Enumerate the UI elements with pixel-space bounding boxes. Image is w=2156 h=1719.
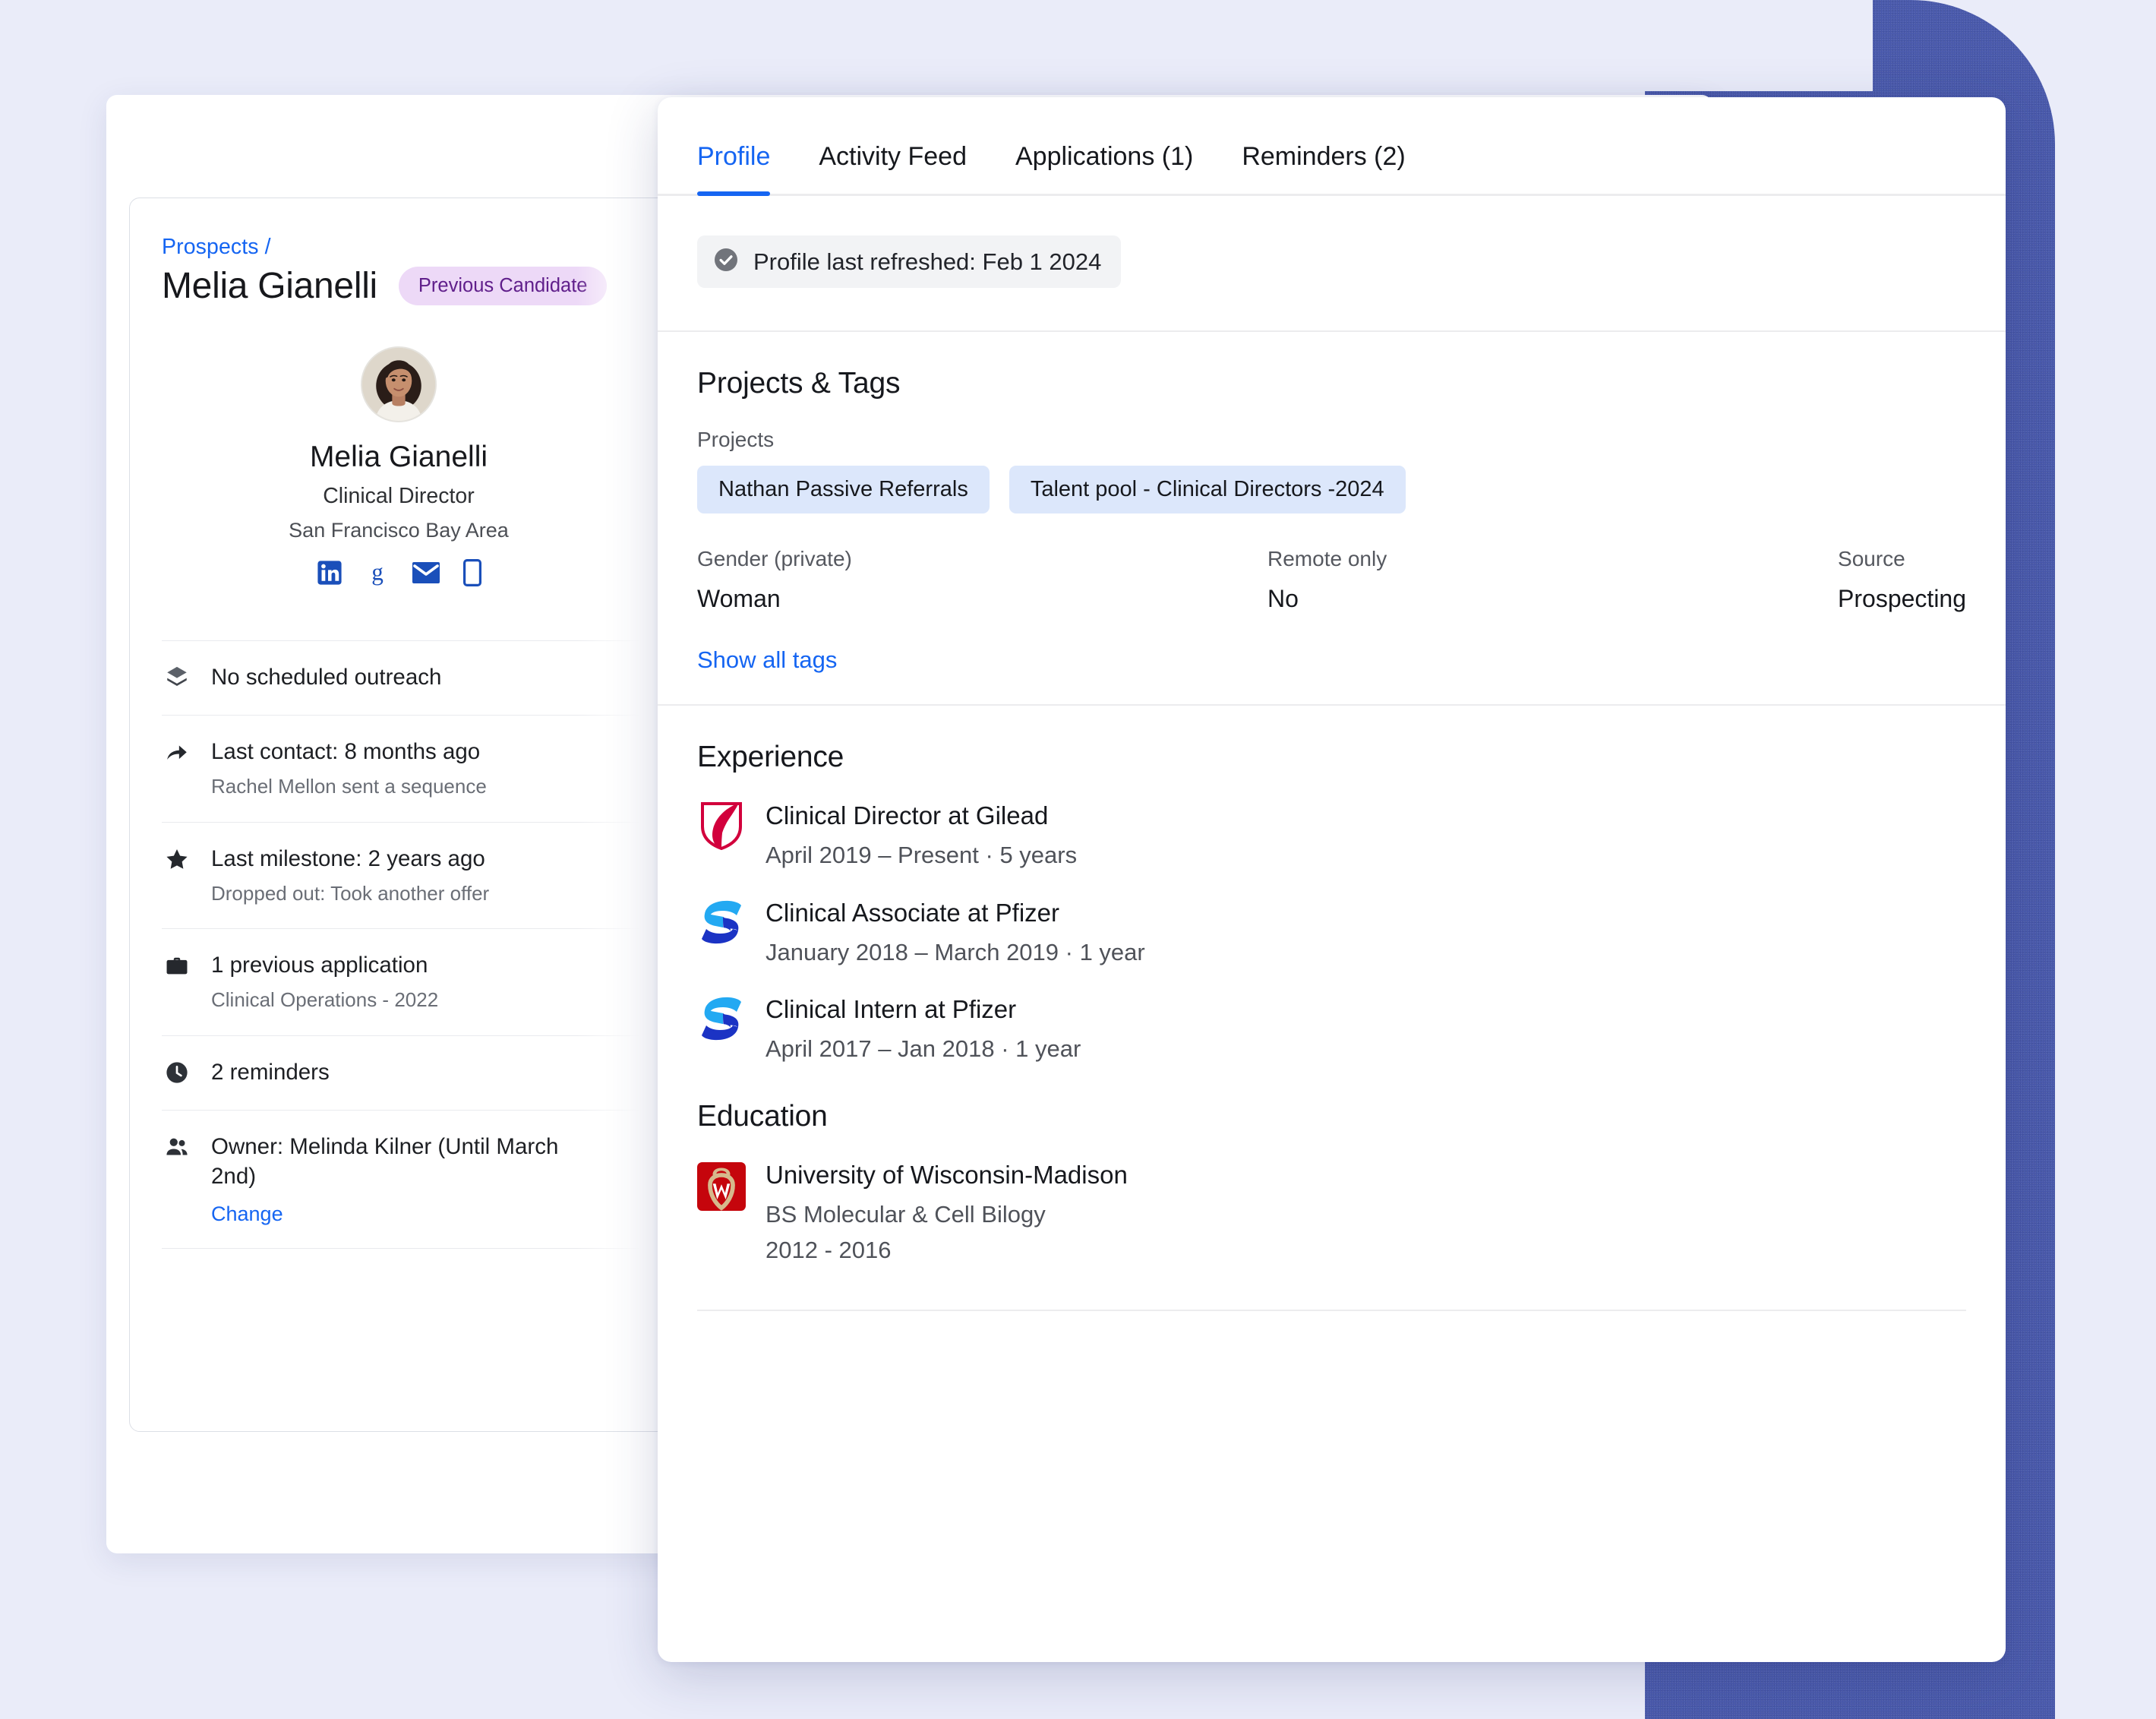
svg-text:g: g <box>371 559 384 586</box>
project-chip-list: Nathan Passive Referrals Talent pool - C… <box>697 466 1966 513</box>
avatar[interactable] <box>361 346 437 422</box>
info-primary: No scheduled outreach <box>211 665 442 690</box>
meta-key: Remote only <box>1267 547 1387 570</box>
meta-key: Source <box>1838 547 1905 570</box>
meta-value: Prospecting <box>1838 585 1967 612</box>
info-row-previous-application[interactable]: 1 previous application Clinical Operatio… <box>162 928 668 1035</box>
avatar-role: Clinical Director <box>323 484 475 508</box>
people-icon <box>162 1133 192 1160</box>
meta-source: Source Prospecting <box>1838 547 1966 613</box>
tab-profile[interactable]: Profile <box>697 142 771 196</box>
section-title-education: Education <box>697 1099 828 1133</box>
share-arrow-icon <box>162 738 192 765</box>
experience-entry: Clinical Intern at Pfizer April 2017 – J… <box>697 992 1966 1065</box>
refresh-badge-text: Profile last refreshed: Feb 1 2024 <box>753 248 1102 275</box>
pfizer-logo-icon <box>697 896 746 947</box>
info-secondary: Rachel Mellon sent a sequence <box>211 774 487 798</box>
info-secondary: Dropped out: Took another offer <box>211 881 490 905</box>
google-icon[interactable]: g <box>366 559 389 590</box>
profile-title-row: Melia Gianelli Previous Candidate <box>162 265 608 307</box>
education-years: 2012 - 2016 <box>765 1237 892 1264</box>
projects-label: Projects <box>697 428 775 451</box>
info-row-owner[interactable]: Owner: Melinda Kilner (Until March 2nd) … <box>162 1110 668 1249</box>
tab-reminders[interactable]: Reminders (2) <box>1242 142 1405 194</box>
phone-icon[interactable] <box>462 559 481 590</box>
meta-remote-only: Remote only No <box>1267 547 1838 613</box>
refresh-status-zone: Profile last refreshed: Feb 1 2024 <box>658 196 2006 332</box>
gilead-logo-icon <box>697 798 746 850</box>
education-section: Education University of Wisconsin-Madiso… <box>658 1065 2006 1265</box>
meta-key: Gender (private) <box>697 547 852 570</box>
education-school: University of Wisconsin-Madison <box>765 1160 1128 1189</box>
page-title: Melia Gianelli <box>162 266 377 306</box>
avatar-block: Melia Gianelli Clinical Director San Fra… <box>130 346 668 590</box>
change-owner-link[interactable]: Change <box>211 1202 283 1226</box>
star-icon <box>162 845 192 872</box>
linkedin-icon[interactable] <box>317 560 342 589</box>
meta-value: No <box>1267 585 1299 612</box>
education-entry: University of Wisconsin-Madison BS Molec… <box>697 1158 1966 1265</box>
tab-bar: Profile Activity Feed Applications (1) R… <box>658 97 2006 196</box>
info-row-last-contact[interactable]: Last contact: 8 months ago Rachel Mellon… <box>162 714 668 822</box>
projects-and-tags-section: Projects & Tags Projects Nathan Passive … <box>658 332 2006 706</box>
clock-icon <box>162 1058 192 1085</box>
project-chip[interactable]: Talent pool - Clinical Directors -2024 <box>1009 466 1406 513</box>
experience-entry: Clinical Director at Gilead April 2019 –… <box>697 798 1966 871</box>
info-row-outreach[interactable]: No scheduled outreach <box>162 640 668 715</box>
candidate-detail-panel: Profile Activity Feed Applications (1) R… <box>658 97 2006 1662</box>
avatar-name: Melia Gianelli <box>309 441 488 473</box>
profile-summary-card: Prospects / Melia Gianelli Previous Cand… <box>129 197 668 1432</box>
pfizer-logo-icon <box>697 992 746 1044</box>
experience-title: Clinical Intern at Pfizer <box>765 995 1017 1024</box>
breadcrumb[interactable]: Prospects / <box>162 235 271 260</box>
experience-section: Experience Clinical Director at Gilead A… <box>658 706 2006 1065</box>
decorative-notch <box>1645 0 1873 91</box>
experience-dates: April 2019 – Present · 5 years <box>765 842 1078 869</box>
info-primary: 2 reminders <box>211 1060 330 1085</box>
education-degree: BS Molecular & Cell Bilogy <box>765 1200 1046 1228</box>
experience-dates: January 2018 – March 2019 · 1 year <box>765 938 1145 965</box>
tab-applications[interactable]: Applications (1) <box>1015 142 1193 194</box>
uw-madison-logo-icon <box>697 1158 746 1211</box>
info-primary: 1 previous application <box>211 953 428 978</box>
profile-refresh-badge: Profile last refreshed: Feb 1 2024 <box>697 235 1122 288</box>
info-primary: Last contact: 8 months ago <box>211 738 481 764</box>
experience-title: Clinical Associate at Pfizer <box>765 898 1059 927</box>
info-row-last-milestone[interactable]: Last milestone: 2 years ago Dropped out:… <box>162 821 668 929</box>
status-badge: Previous Candidate <box>398 267 608 305</box>
panel-footer-divider <box>697 1310 1966 1312</box>
show-all-tags-link[interactable]: Show all tags <box>697 646 837 674</box>
info-secondary: Clinical Operations - 2022 <box>211 988 439 1012</box>
section-title-projects-tags: Projects & Tags <box>697 367 901 400</box>
meta-value: Woman <box>697 585 781 612</box>
email-icon[interactable] <box>412 562 440 587</box>
profile-info-list: No scheduled outreach Last contact: 8 mo… <box>162 640 668 1249</box>
info-row-reminders[interactable]: 2 reminders <box>162 1035 668 1110</box>
avatar-location: San Francisco Bay Area <box>289 519 509 542</box>
meta-gender: Gender (private) Woman <box>697 547 1267 613</box>
info-primary: Last milestone: 2 years ago <box>211 845 485 871</box>
experience-dates: April 2017 – Jan 2018 · 1 year <box>765 1035 1081 1063</box>
info-primary: Owner: Melinda Kilner (Until March 2nd) <box>211 1134 559 1190</box>
experience-entry: Clinical Associate at Pfizer January 201… <box>697 896 1966 969</box>
section-title-experience: Experience <box>697 741 844 773</box>
layers-icon <box>162 663 192 690</box>
experience-title: Clinical Director at Gilead <box>765 801 1049 829</box>
briefcase-icon <box>162 951 192 978</box>
tab-activity-feed[interactable]: Activity Feed <box>819 142 967 194</box>
check-circle-icon <box>712 246 740 277</box>
social-links-row: g <box>130 559 668 590</box>
project-chip[interactable]: Nathan Passive Referrals <box>697 466 990 513</box>
tag-meta-grid: Gender (private) Woman Remote only No So… <box>697 547 1966 613</box>
